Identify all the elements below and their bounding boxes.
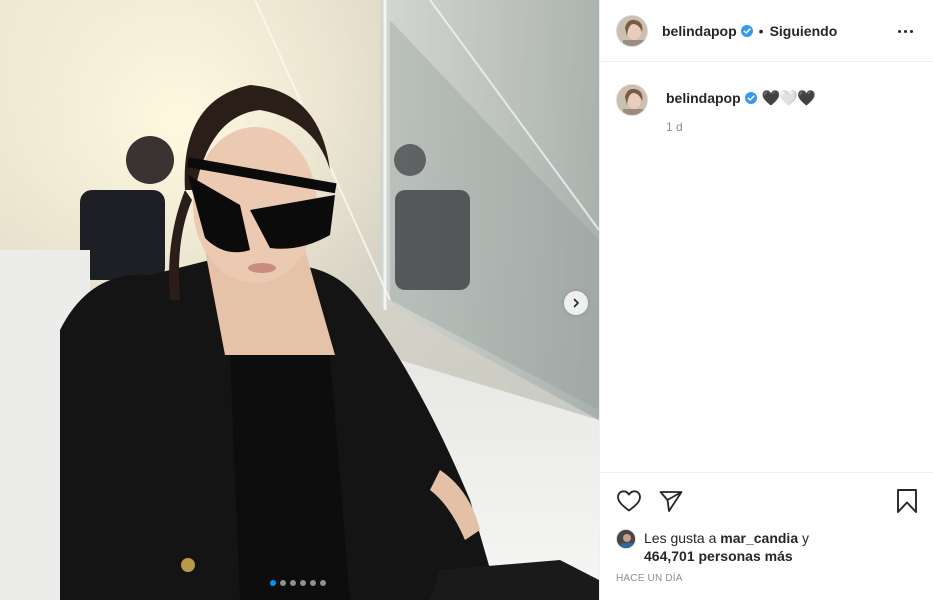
carousel-dot [300,580,306,586]
avatar-image [617,85,647,115]
heart-icon [617,490,641,512]
carousel-indicator [270,580,326,586]
save-button[interactable] [894,488,920,514]
send-icon [659,491,683,512]
share-button[interactable] [658,488,684,514]
caption-timestamp[interactable]: 1 d [666,120,815,134]
post-side-panel: belindapop • Siguiendo belindapop 🖤🤍🖤 1 … [599,0,933,600]
author-username[interactable]: belindapop [662,23,737,39]
caption-text: 🖤🤍🖤 [761,90,816,107]
liker-username-link[interactable]: mar_candia [720,530,798,546]
likes-text: Les gusta a mar_candia y 464,701 persona… [644,529,809,565]
verified-badge-icon [744,92,757,104]
carousel-dot [290,580,296,586]
carousel-dot [280,580,286,586]
header-separator: • [758,22,764,39]
verified-badge-icon [740,24,753,37]
avatar-image [617,15,647,46]
post-header: belindapop • Siguiendo [600,0,933,62]
liker-avatar[interactable] [616,529,636,549]
author-avatar[interactable] [616,14,648,47]
caption-username[interactable]: belindapop [666,90,741,106]
likes-prefix: Les gusta a [644,530,717,546]
likes-and: y [802,530,809,546]
more-options-icon[interactable] [893,22,917,40]
carousel-dot [310,580,316,586]
following-button[interactable]: Siguiendo [770,23,838,39]
chevron-right-icon [573,298,579,308]
avatar-image [617,530,635,548]
post-caption: belindapop 🖤🤍🖤 1 d [600,62,933,134]
post-timestamp[interactable]: HACE UN DÍA [616,573,918,584]
carousel-dot [270,580,276,586]
action-icon-row [616,473,918,527]
likes-summary: Les gusta a mar_candia y 464,701 persona… [616,529,918,565]
post-actions: Les gusta a mar_candia y 464,701 persona… [600,472,933,600]
like-button[interactable] [616,488,642,514]
bookmark-icon [897,489,917,513]
post-media[interactable] [0,0,599,600]
carousel-next-button[interactable] [564,291,588,315]
carousel-dot [320,580,326,586]
post-photo [0,0,599,600]
likes-count-link[interactable]: 464,701 personas más [644,548,793,564]
caption-author-avatar[interactable] [616,84,648,116]
